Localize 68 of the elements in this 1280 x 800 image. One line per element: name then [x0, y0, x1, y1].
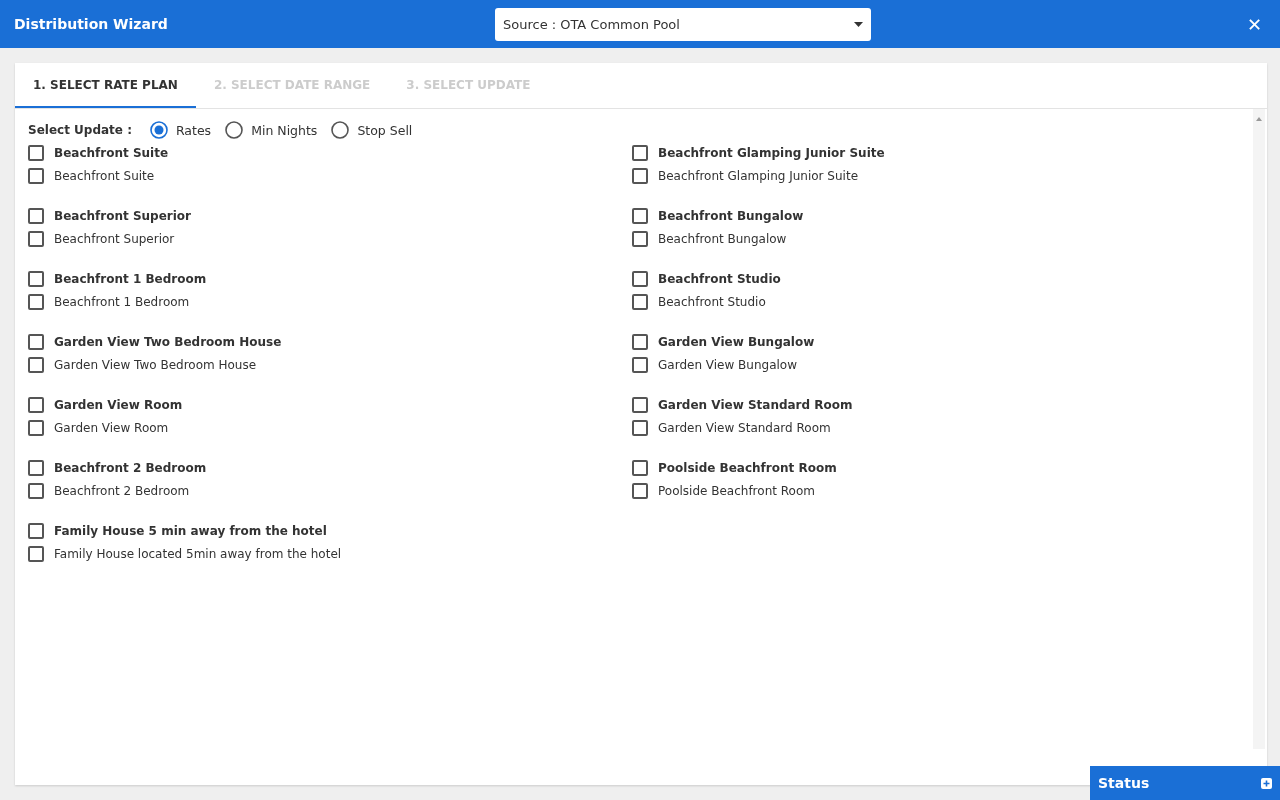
caret-icon — [854, 21, 863, 27]
rate-plan-name: Beachfront Studio — [658, 295, 766, 309]
radio-label: Stop Sell — [357, 122, 413, 138]
radio-button[interactable] — [331, 121, 350, 139]
room-name: Garden View Standard Room — [658, 398, 853, 412]
checkbox[interactable] — [28, 397, 44, 413]
checkbox[interactable] — [632, 231, 648, 247]
select-update-label: Select Update : — [28, 123, 132, 137]
rate-plan-name: Garden View Room — [54, 421, 169, 435]
rate-plan-name: Beachfront Bungalow — [658, 232, 787, 246]
checkbox[interactable] — [632, 397, 648, 413]
room-name: Garden View Bungalow — [658, 335, 815, 349]
close-button[interactable]: ✕ — [1242, 13, 1266, 35]
rate-plan-name: Beachfront 1 Bedroom — [54, 295, 190, 309]
room-name: Beachfront Glamping Junior Suite — [658, 146, 885, 160]
checkbox[interactable] — [632, 168, 648, 184]
checkbox[interactable] — [28, 294, 44, 310]
room-name: Beachfront Studio — [658, 272, 781, 286]
radio-label: Rates — [175, 122, 212, 138]
room-name: Beachfront 1 Bedroom — [54, 272, 207, 286]
window-title: Distribution Wizard — [14, 16, 169, 32]
radio-button[interactable] — [149, 121, 168, 139]
checkbox[interactable] — [28, 357, 44, 373]
checkbox[interactable] — [632, 460, 648, 476]
checkbox[interactable] — [632, 145, 648, 161]
status-title: Status — [1098, 775, 1151, 791]
room-name: Garden View Two Bedroom House — [54, 335, 282, 349]
rate-plan-name: Garden View Bungalow — [658, 358, 797, 372]
checkbox[interactable] — [632, 357, 648, 373]
checkbox[interactable] — [28, 483, 44, 499]
checkbox[interactable] — [632, 483, 648, 499]
checkbox[interactable] — [28, 334, 44, 350]
room-name: Beachfront 2 Bedroom — [54, 461, 207, 475]
checkbox[interactable] — [632, 271, 648, 287]
room-name: Beachfront Bungalow — [658, 209, 804, 223]
checkbox[interactable] — [28, 271, 44, 287]
rate-plan-name: Beachfront 2 Bedroom — [54, 484, 190, 498]
scrollbar[interactable] — [1253, 109, 1265, 749]
room-name: Beachfront Superior — [54, 209, 191, 223]
room-name: Family House 5 min away from the hotel — [54, 524, 327, 538]
checkbox[interactable] — [28, 208, 44, 224]
checkbox[interactable] — [28, 460, 44, 476]
wizard-tab[interactable]: 1. SELECT RATE PLAN — [15, 63, 196, 108]
checkbox[interactable] — [632, 294, 648, 310]
rate-plan-name: Poolside Beachfront Room — [658, 484, 815, 498]
room-name: Garden View Room — [54, 398, 183, 412]
checkbox[interactable] — [632, 334, 648, 350]
checkbox[interactable] — [632, 420, 648, 436]
radio-button[interactable] — [225, 121, 244, 139]
checkbox[interactable] — [28, 145, 44, 161]
status-panel[interactable]: Status — [1090, 766, 1280, 800]
expand-icon[interactable] — [1261, 777, 1272, 789]
radio-label: Min Nights — [251, 122, 318, 138]
source-dropdown[interactable]: Source : OTA Common Pool — [495, 7, 871, 41]
rate-plan-name: Beachfront Superior — [54, 232, 175, 246]
checkbox[interactable] — [28, 546, 44, 562]
rate-plan-name: Beachfront Suite — [54, 169, 155, 183]
rate-plan-name: Garden View Standard Room — [658, 421, 831, 435]
checkbox[interactable] — [28, 523, 44, 539]
rate-plan-name: Garden View Two Bedroom House — [54, 358, 257, 372]
checkbox[interactable] — [28, 420, 44, 436]
room-name: Beachfront Suite — [54, 146, 169, 160]
rate-plan-name: Beachfront Glamping Junior Suite — [658, 169, 858, 183]
checkbox[interactable] — [28, 231, 44, 247]
checkbox[interactable] — [632, 208, 648, 224]
rate-plan-name: Family House located 5min away from the hotel — [54, 547, 342, 561]
checkbox[interactable] — [28, 168, 44, 184]
room-name: Poolside Beachfront Room — [658, 461, 837, 475]
